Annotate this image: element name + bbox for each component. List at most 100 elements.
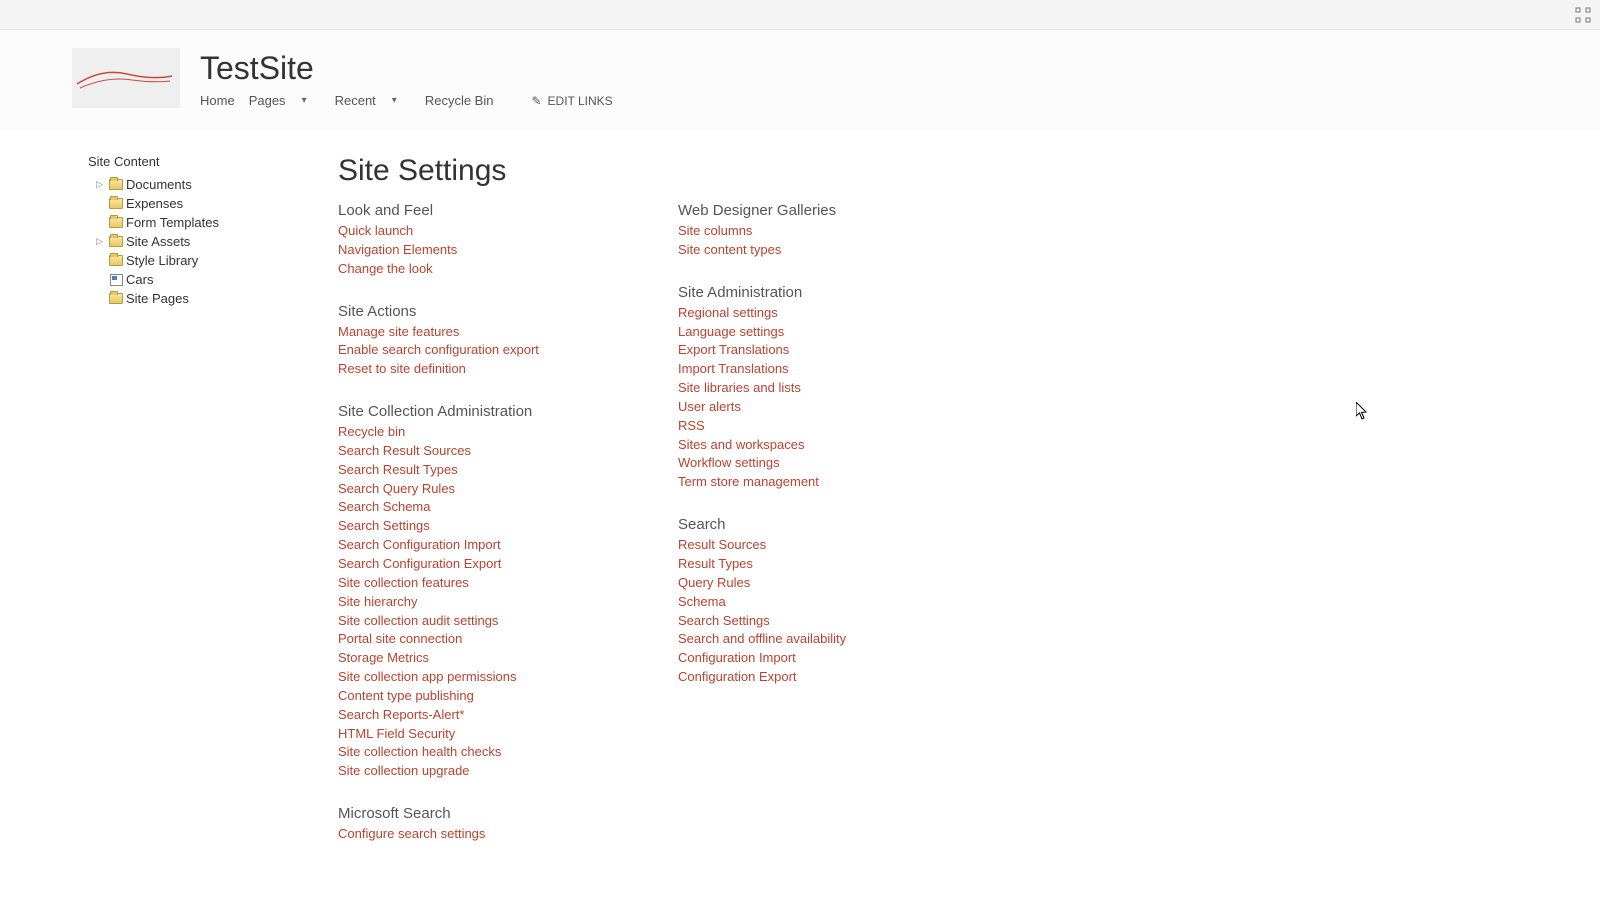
settings-link[interactable]: User alerts	[678, 398, 958, 417]
settings-category: Site Actions Manage site featuresEnable s…	[338, 303, 618, 380]
settings-link[interactable]: Search Query Rules	[338, 480, 618, 499]
sidebar: Site Content ▷ Documents Expenses Form Temp…	[88, 154, 338, 868]
category-title: Search	[678, 516, 958, 533]
settings-link[interactable]: Configure search settings	[338, 825, 618, 844]
tree-item-label: Site Pages	[126, 291, 189, 306]
settings-link[interactable]: Regional settings	[678, 304, 958, 323]
settings-category: Web Designer Galleries Site columnsSite c…	[678, 202, 958, 260]
nav-home[interactable]: Home	[200, 89, 249, 112]
settings-link[interactable]: Language settings	[678, 323, 958, 342]
settings-link[interactable]: Site collection health checks	[338, 743, 618, 762]
settings-link[interactable]: Site columns	[678, 222, 958, 241]
settings-link[interactable]: Configuration Import	[678, 649, 958, 668]
settings-link[interactable]: Result Types	[678, 555, 958, 574]
category-title: Site Collection Administration	[338, 403, 618, 420]
settings-link[interactable]: Portal site connection	[338, 630, 618, 649]
settings-link[interactable]: Search and offline availability	[678, 630, 958, 649]
folder-icon	[108, 178, 124, 192]
top-nav: Home Pages Recent Recycle Bin ✎ EDIT LIN…	[200, 89, 613, 112]
site-title[interactable]: TestSite	[200, 50, 613, 87]
settings-link[interactable]: Site content types	[678, 241, 958, 260]
category-title: Look and Feel	[338, 202, 618, 219]
settings-link[interactable]: Schema	[678, 593, 958, 612]
folder-icon	[108, 235, 124, 249]
settings-link[interactable]: Quick launch	[338, 222, 618, 241]
settings-link[interactable]: Export Translations	[678, 341, 958, 360]
tree-item-label: Form Templates	[126, 215, 219, 230]
tree-item[interactable]: Form Templates	[88, 213, 318, 232]
settings-link[interactable]: HTML Field Security	[338, 725, 618, 744]
tree-item[interactable]: Style Library	[88, 251, 318, 270]
tree-view: ▷ Documents Expenses Form Templates ▷ Site As…	[88, 175, 318, 308]
nav-pages[interactable]: Pages	[249, 89, 321, 112]
category-title: Microsoft Search	[338, 805, 618, 822]
tree-item[interactable]: Site Pages	[88, 289, 318, 308]
settings-link[interactable]: Search Schema	[338, 498, 618, 517]
settings-link[interactable]: Search Result Sources	[338, 442, 618, 461]
settings-link[interactable]: Site collection upgrade	[338, 762, 618, 781]
settings-link[interactable]: Content type publishing	[338, 687, 618, 706]
folder-icon	[108, 216, 124, 230]
settings-link[interactable]: Reset to site definition	[338, 360, 618, 379]
settings-link[interactable]: Change the look	[338, 260, 618, 279]
header-area: TestSite Home Pages Recent Recycle Bin ✎…	[0, 30, 1600, 130]
site-logo[interactable]	[72, 48, 180, 108]
edit-links-button[interactable]: ✎ EDIT LINKS	[531, 94, 612, 108]
settings-link[interactable]: Search Settings	[338, 517, 618, 536]
settings-left-column: Look and Feel Quick launchNavigation Elem…	[338, 202, 618, 868]
settings-link[interactable]: RSS	[678, 417, 958, 436]
settings-link[interactable]: Search Configuration Import	[338, 536, 618, 555]
category-title: Site Actions	[338, 303, 618, 320]
settings-link[interactable]: Manage site features	[338, 323, 618, 342]
tree-item-label: Style Library	[126, 253, 198, 268]
settings-link[interactable]: Configuration Export	[678, 668, 958, 687]
category-title: Web Designer Galleries	[678, 202, 958, 219]
category-title: Site Administration	[678, 284, 958, 301]
sidebar-heading: Site Content	[88, 154, 318, 169]
nav-recycle-bin[interactable]: Recycle Bin	[425, 89, 508, 112]
settings-link[interactable]: Import Translations	[678, 360, 958, 379]
settings-link[interactable]: Search Reports-Alert*	[338, 706, 618, 725]
list-icon	[108, 273, 124, 287]
settings-link[interactable]: Result Sources	[678, 536, 958, 555]
edit-links-label: EDIT LINKS	[548, 94, 613, 108]
tree-item[interactable]: Cars	[88, 270, 318, 289]
expand-toggle[interactable]: ▷	[96, 179, 106, 190]
expand-toggle[interactable]: ▷	[96, 236, 106, 247]
tree-item-label: Site Assets	[126, 234, 190, 249]
settings-right-column: Web Designer Galleries Site columnsSite c…	[678, 202, 958, 868]
tree-item[interactable]: Expenses	[88, 194, 318, 213]
settings-link[interactable]: Site collection audit settings	[338, 612, 618, 631]
focus-on-content-icon[interactable]	[1574, 6, 1592, 24]
settings-link[interactable]: Recycle bin	[338, 423, 618, 442]
pencil-icon: ✎	[531, 94, 541, 108]
tree-item-label: Cars	[126, 272, 153, 287]
settings-link[interactable]: Site hierarchy	[338, 593, 618, 612]
settings-link[interactable]: Term store management	[678, 473, 958, 492]
settings-link[interactable]: Navigation Elements	[338, 241, 618, 260]
nav-recent[interactable]: Recent	[335, 89, 411, 112]
folder-icon	[108, 197, 124, 211]
settings-link[interactable]: Site collection app permissions	[338, 668, 618, 687]
settings-link[interactable]: Query Rules	[678, 574, 958, 593]
settings-link[interactable]: Enable search configuration export	[338, 341, 618, 360]
settings-category: Look and Feel Quick launchNavigation Elem…	[338, 202, 618, 279]
settings-category: Search Result SourcesResult TypesQuery Ru…	[678, 516, 958, 687]
settings-link[interactable]: Workflow settings	[678, 454, 958, 473]
settings-link[interactable]: Search Configuration Export	[338, 555, 618, 574]
settings-link[interactable]: Site libraries and lists	[678, 379, 958, 398]
settings-link[interactable]: Site collection features	[338, 574, 618, 593]
tree-item-label: Documents	[126, 177, 192, 192]
tree-item-label: Expenses	[126, 196, 183, 211]
settings-link[interactable]: Search Settings	[678, 612, 958, 631]
folder-icon	[108, 254, 124, 268]
tree-item[interactable]: ▷ Site Assets	[88, 232, 318, 251]
settings-link[interactable]: Sites and workspaces	[678, 436, 958, 455]
settings-category: Site Administration Regional settingsLang…	[678, 284, 958, 492]
page-title: Site Settings	[338, 154, 1528, 188]
tree-item[interactable]: ▷ Documents	[88, 175, 318, 194]
settings-link[interactable]: Storage Metrics	[338, 649, 618, 668]
settings-category: Microsoft Search Configure search setting…	[338, 805, 618, 844]
settings-link[interactable]: Search Result Types	[338, 461, 618, 480]
settings-category: Site Collection Administration Recycle bi…	[338, 403, 618, 781]
